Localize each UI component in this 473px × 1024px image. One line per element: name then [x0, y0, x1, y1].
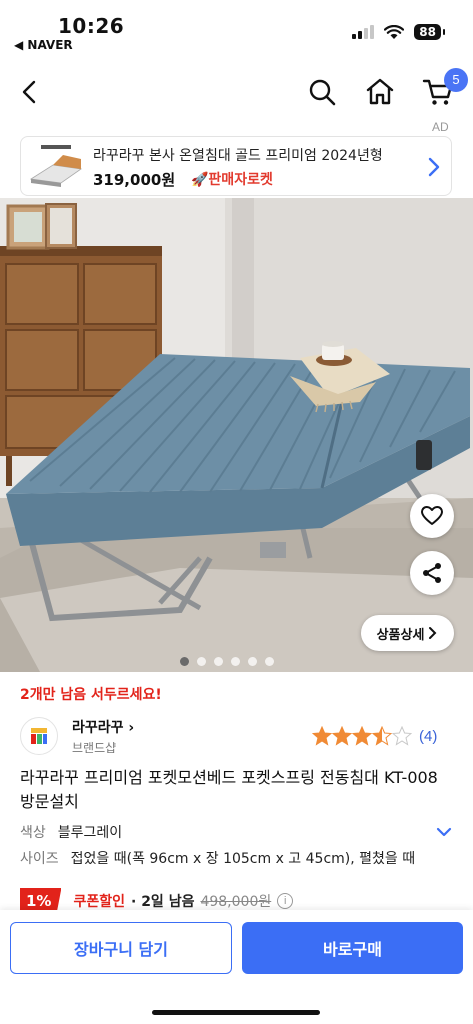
wifi-icon [384, 24, 405, 39]
buy-now-button[interactable]: 바로구매 [242, 922, 463, 974]
info-icon[interactable]: i [277, 893, 294, 909]
back-to-app-link[interactable]: ◀ NAVER [14, 38, 73, 52]
carousel-dot[interactable] [265, 657, 274, 666]
brand-name: 라꾸라꾸 [72, 720, 124, 736]
product-detail-label: 상품상세 [376, 627, 425, 643]
search-icon[interactable] [306, 76, 338, 108]
chevron-right-icon: › [123, 720, 135, 736]
carousel-dot[interactable] [180, 657, 189, 666]
ad-title: 라꾸라꾸 본사 온열침대 골드 프리미엄 2024년형 [93, 148, 383, 164]
ad-label: AD [432, 120, 449, 134]
image-carousel-dots[interactable] [180, 657, 274, 666]
bed-photo [0, 198, 473, 672]
ad-banner[interactable]: 라꾸라꾸 본사 온열침대 골드 프리미엄 2024년형 319,000원 🚀판매… [20, 136, 452, 196]
add-to-cart-button[interactable]: 장바구니 담기 [10, 922, 232, 974]
carousel-dot[interactable] [231, 657, 240, 666]
brand-logo[interactable] [20, 717, 58, 755]
top-nav [0, 64, 473, 120]
seller-rocket-badge: 🚀판매자로켓 [191, 172, 273, 188]
signal-icon [352, 25, 375, 39]
product-image[interactable] [0, 198, 473, 672]
ad-price: 319,000원 [93, 171, 176, 189]
original-price: 498,000원 [200, 894, 272, 910]
ad-product-thumbnail [27, 143, 85, 191]
product-detail-button[interactable]: 상품상세 [361, 615, 454, 651]
heart-icon [421, 506, 443, 525]
brand-name-link[interactable]: 라꾸라꾸 › [72, 717, 134, 737]
option-color-row[interactable]: 색상 블루그레이 [20, 822, 122, 842]
battery-icon: 88 [414, 24, 445, 40]
share-icon [423, 563, 441, 583]
product-title: 라꾸라꾸 프리미엄 포켓모션베드 포켓스프링 전동침대 KT-008 방문설치 [20, 768, 438, 811]
stock-urgency-text: 2개만 남음 서두르세요! [20, 687, 162, 703]
chevron-right-icon[interactable] [423, 155, 445, 179]
option-size-label: 사이즈 [20, 851, 59, 867]
cart-count-badge[interactable]: 5 [444, 68, 468, 92]
chevron-right-icon [429, 627, 437, 639]
share-button[interactable] [410, 551, 454, 595]
home-indicator[interactable] [152, 1010, 320, 1015]
status-bar: 10:26 ◀ NAVER 88 [0, 0, 473, 60]
carousel-dot[interactable] [197, 657, 206, 666]
carousel-dot[interactable] [214, 657, 223, 666]
option-color-value: 블루그레이 [57, 825, 123, 841]
rating[interactable]: (4) [312, 726, 437, 746]
brand-shop-label: 브랜드샵 [72, 741, 117, 755]
option-size-row[interactable]: 사이즈 접었을 때(폭 96cm x 장 105cm x 고 45cm), 펼쳤을… [20, 848, 425, 868]
coupon-days-left: · 2일 남음 [131, 894, 195, 910]
rating-stars-icon [312, 726, 412, 746]
home-icon[interactable] [364, 76, 396, 108]
coupon-label: 쿠폰할인 [73, 894, 125, 910]
review-count[interactable]: (4) [419, 728, 437, 745]
option-size-value: 접었을 때(폭 96cm x 장 105cm x 고 45cm), 펼쳤을 때 [70, 851, 416, 867]
carousel-dot[interactable] [248, 657, 257, 666]
brand-logo-icon [31, 728, 47, 744]
bottom-action-bar: 장바구니 담기 바로구매 [0, 910, 473, 1024]
back-arrow-icon[interactable] [14, 76, 46, 108]
option-color-label: 색상 [20, 825, 46, 841]
status-indicators: 88 [352, 24, 445, 40]
wishlist-button[interactable] [410, 494, 454, 538]
status-time: 10:26 [58, 14, 125, 38]
chevron-down-icon[interactable] [434, 822, 454, 842]
